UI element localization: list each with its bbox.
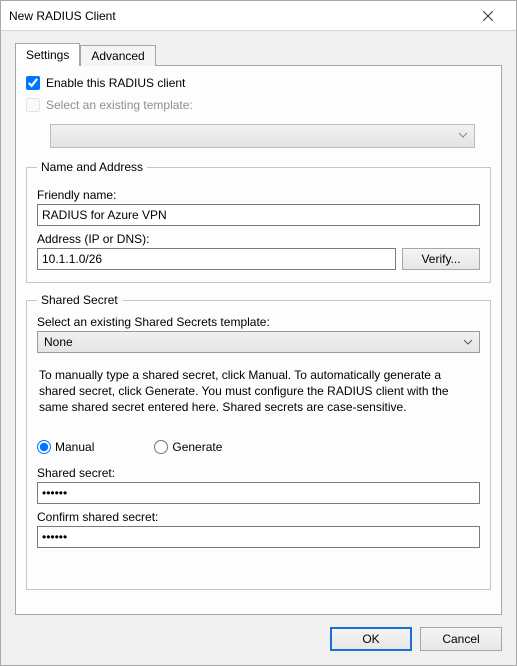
shared-secret-legend: Shared Secret [37,293,122,307]
name-address-legend: Name and Address [37,160,147,174]
shared-secret-template-label: Select an existing Shared Secrets templa… [37,315,480,329]
dialog-window: New RADIUS Client Settings Advanced Enab… [0,0,517,666]
confirm-secret-label: Confirm shared secret: [37,510,480,524]
friendly-name-label: Friendly name: [37,188,480,202]
address-label: Address (IP or DNS): [37,232,480,246]
friendly-name-input[interactable] [37,204,480,226]
shared-secret-label: Shared secret: [37,466,480,480]
ok-button[interactable]: OK [330,627,412,651]
verify-button[interactable]: Verify... [402,248,480,270]
chevron-down-icon [458,129,468,143]
tab-advanced[interactable]: Advanced [80,45,155,66]
tab-advanced-label: Advanced [91,49,144,63]
chevron-down-icon [463,336,473,350]
cancel-button[interactable]: Cancel [420,627,502,651]
existing-template-checkbox [26,98,40,112]
dialog-body: Settings Advanced Enable this RADIUS cli… [1,31,516,665]
tab-strip: Settings Advanced [15,43,502,66]
radio-manual[interactable]: Manual [37,440,94,454]
existing-template-select [50,124,475,148]
tab-panel-settings: Enable this RADIUS client Select an exis… [15,65,502,615]
secret-mode-row: Manual Generate [37,440,480,454]
confirm-secret-input[interactable] [37,526,480,548]
window-title: New RADIUS Client [9,9,468,23]
shared-secret-template-select[interactable]: None [37,331,480,353]
dialog-footer: OK Cancel [15,615,502,651]
tab-settings-label: Settings [26,48,69,62]
enable-client-row[interactable]: Enable this RADIUS client [26,76,491,90]
titlebar: New RADIUS Client [1,1,516,31]
shared-secret-help: To manually type a shared secret, click … [39,367,478,416]
cancel-button-label: Cancel [442,632,479,646]
radio-generate[interactable]: Generate [154,440,222,454]
close-icon [483,11,493,21]
address-row: Verify... [37,248,480,270]
radio-generate-input[interactable] [154,440,168,454]
radio-manual-input[interactable] [37,440,51,454]
radio-generate-label: Generate [172,440,222,454]
existing-template-row: Select an existing template: [26,98,491,112]
ok-button-label: OK [362,632,379,646]
address-input[interactable] [37,248,396,270]
name-address-group: Name and Address Friendly name: Address … [26,160,491,283]
radio-manual-label: Manual [55,440,94,454]
shared-secret-template-value: None [44,335,73,349]
existing-template-label: Select an existing template: [46,98,193,112]
verify-button-label: Verify... [421,252,460,266]
shared-secret-input[interactable] [37,482,480,504]
enable-client-checkbox[interactable] [26,76,40,90]
close-button[interactable] [468,2,508,30]
enable-client-label: Enable this RADIUS client [46,76,185,90]
tab-settings[interactable]: Settings [15,43,80,66]
shared-secret-group: Shared Secret Select an existing Shared … [26,293,491,590]
